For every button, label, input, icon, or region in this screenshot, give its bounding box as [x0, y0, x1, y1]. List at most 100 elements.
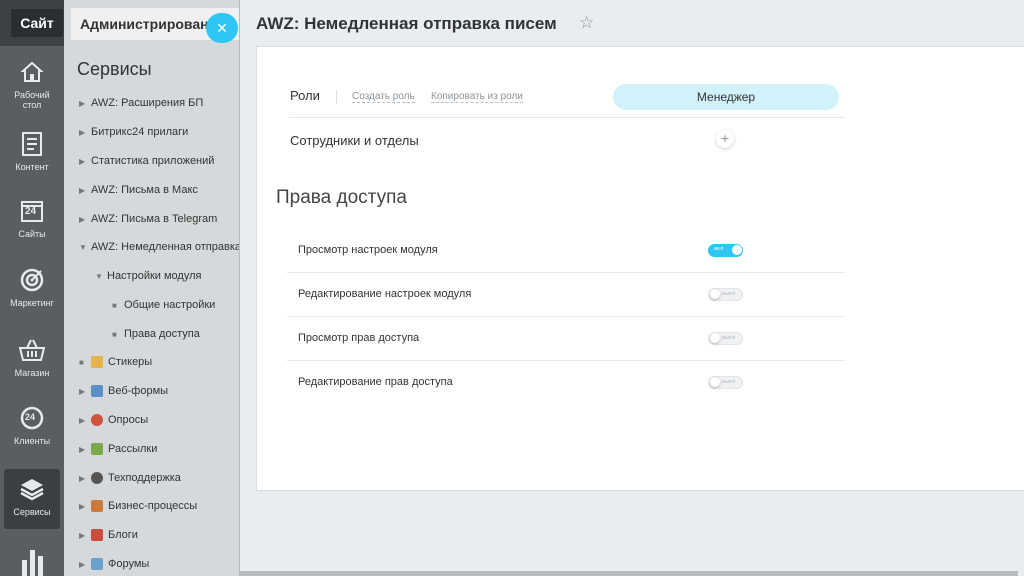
divider	[336, 90, 337, 104]
calendar-24-icon: 24	[18, 197, 46, 225]
document-icon	[18, 130, 46, 158]
tree-item[interactable]: ▼ Настройки модуля	[95, 266, 201, 286]
toggle-knob	[710, 377, 720, 387]
tree-item-label: Стикеры	[108, 356, 153, 368]
add-member-button[interactable]: +	[716, 130, 734, 148]
close-icon[interactable]: ✕	[206, 13, 238, 43]
triangle-right-icon[interactable]: ▶	[79, 99, 91, 108]
toggle-knob	[710, 289, 720, 299]
tree-item[interactable]: ▶ AWZ: Письма в Макс	[79, 180, 198, 200]
permission-row: Редактирование настроек модуля выкл	[287, 273, 845, 317]
triangle-right-icon[interactable]: ▶	[79, 502, 91, 511]
tree-item[interactable]: ▶ Веб-формы	[79, 381, 168, 401]
permission-label: Редактирование настроек модуля	[298, 288, 472, 300]
process-icon	[91, 500, 103, 512]
tree-item-label: AWZ: Письма в Telegram	[91, 213, 218, 225]
tree-item[interactable]: ■ Права доступа	[112, 324, 200, 344]
bullet-icon: ■	[112, 300, 117, 310]
rail-item-shop[interactable]: Магазин	[4, 336, 60, 396]
copy-role-link[interactable]: Копировать из роли	[431, 91, 523, 103]
toggle-state: выкл	[722, 379, 736, 385]
tree-item-label: Форумы	[108, 558, 150, 570]
tree-item[interactable]: ▶ Техподдержка	[79, 468, 181, 488]
analytics-icon[interactable]	[20, 546, 44, 576]
bullet-icon: ■	[112, 329, 117, 339]
triangle-right-icon[interactable]: ▶	[79, 474, 91, 483]
rail-item-content[interactable]: Контент	[4, 130, 60, 190]
role-manager[interactable]: Менеджер	[613, 84, 839, 110]
tree-item-label: Общие настройки	[124, 299, 216, 311]
triangle-down-icon[interactable]: ▼	[95, 272, 107, 281]
tree-item[interactable]: ▶ Рассылки	[79, 439, 157, 459]
triangle-right-icon[interactable]: ▶	[79, 445, 91, 454]
permission-label: Просмотр настроек модуля	[298, 244, 438, 256]
tree-item-label: Права доступа	[124, 328, 200, 340]
staff-row: Сотрудники и отделы +	[289, 119, 845, 161]
rail-top: Сайт	[0, 0, 64, 46]
headset-icon	[91, 472, 103, 484]
tree-item-label: Рассылки	[108, 443, 158, 455]
tree-item-label: Статистика приложений	[91, 155, 215, 167]
tree-item[interactable]: ▶ Форумы	[79, 554, 149, 574]
tree-item-label: Блоги	[108, 529, 138, 541]
star-icon[interactable]: ☆	[579, 13, 594, 33]
permission-toggle[interactable]: выкл	[708, 376, 743, 389]
access-card: Роли Создать роль Копировать из роли Мен…	[256, 46, 1024, 491]
tree-item-label: Битрикс24 прилаги	[91, 126, 189, 138]
triangle-right-icon[interactable]: ▶	[79, 186, 91, 195]
rail-item-label: Магазин	[14, 368, 50, 378]
tree-item-label: AWZ: Расширения БП	[91, 97, 204, 109]
left-rail: Сайт Рабочий стол Контент 24 Сайты Марке…	[0, 0, 64, 576]
poll-pie-icon	[91, 414, 103, 426]
page-title: AWZ: Немедленная отправка писем	[256, 14, 557, 33]
tree-item-label: AWZ: Немедленная отправка	[91, 241, 240, 253]
toggle-knob	[710, 333, 720, 343]
toggle-state: вкл	[714, 246, 724, 252]
create-role-link[interactable]: Создать роль	[352, 91, 415, 103]
rail-item-label: Контент	[15, 162, 49, 172]
triangle-right-icon[interactable]: ▶	[79, 128, 91, 137]
permission-label: Редактирование прав доступа	[298, 376, 453, 388]
tree-item[interactable]: ▶ AWZ: Расширения БП	[79, 93, 203, 113]
rail-item-services[interactable]: Сервисы	[4, 469, 60, 529]
permission-label: Просмотр прав доступа	[298, 332, 420, 344]
tree-item[interactable]: ▼ AWZ: Немедленная отправка	[79, 237, 240, 257]
tree-item-label: Бизнес-процессы	[108, 500, 198, 512]
layers-icon	[18, 475, 46, 503]
triangle-right-icon[interactable]: ▶	[79, 560, 91, 569]
roles-label: Роли	[290, 88, 320, 103]
blog-icon	[91, 529, 103, 541]
tree-item[interactable]: ■ Общие настройки	[112, 295, 215, 315]
tree-item[interactable]: ▶ Опросы	[79, 410, 148, 430]
permission-toggle[interactable]: выкл	[708, 332, 743, 345]
triangle-right-icon[interactable]: ▶	[79, 215, 91, 224]
horizontal-scrollbar[interactable]	[240, 571, 1018, 576]
tree-item[interactable]: ▶ AWZ: Письма в Telegram	[79, 209, 217, 229]
permission-row: Редактирование прав доступа выкл	[287, 361, 845, 405]
home-icon	[18, 58, 46, 86]
rail-item-label: Сервисы	[13, 507, 51, 517]
rail-item-marketing[interactable]: Маркетинг	[4, 266, 60, 326]
tree-item[interactable]: ▶ Статистика приложений	[79, 151, 214, 171]
tree-item-label: Настройки модуля	[107, 270, 202, 282]
tree-item[interactable]: ■ Стикеры	[79, 352, 152, 372]
site-button[interactable]: Сайт	[11, 9, 63, 37]
permission-row: Просмотр прав доступа выкл	[287, 317, 845, 361]
tree-item[interactable]: ▶ Битрикс24 прилаги	[79, 122, 188, 142]
tree-title: Сервисы	[77, 59, 152, 79]
rail-item-sites[interactable]: 24 Сайты	[4, 197, 60, 257]
tree-item[interactable]: ▶ Бизнес-процессы	[79, 496, 197, 516]
triangle-down-icon[interactable]: ▼	[79, 243, 91, 252]
toggle-state: выкл	[722, 335, 736, 341]
rail-item-clients[interactable]: 24 Клиенты	[4, 404, 60, 464]
tree-item[interactable]: ▶ Блоги	[79, 525, 138, 545]
permission-toggle[interactable]: вкл	[708, 244, 743, 257]
rail-item-label: Рабочий стол	[14, 90, 50, 110]
rail-item-desktop[interactable]: Рабочий стол	[4, 58, 60, 118]
permission-toggle[interactable]: выкл	[708, 288, 743, 301]
triangle-right-icon[interactable]: ▶	[79, 531, 91, 540]
triangle-right-icon[interactable]: ▶	[79, 157, 91, 166]
triangle-right-icon[interactable]: ▶	[79, 416, 91, 425]
section-title: Права доступа	[276, 187, 407, 208]
triangle-right-icon[interactable]: ▶	[79, 387, 91, 396]
